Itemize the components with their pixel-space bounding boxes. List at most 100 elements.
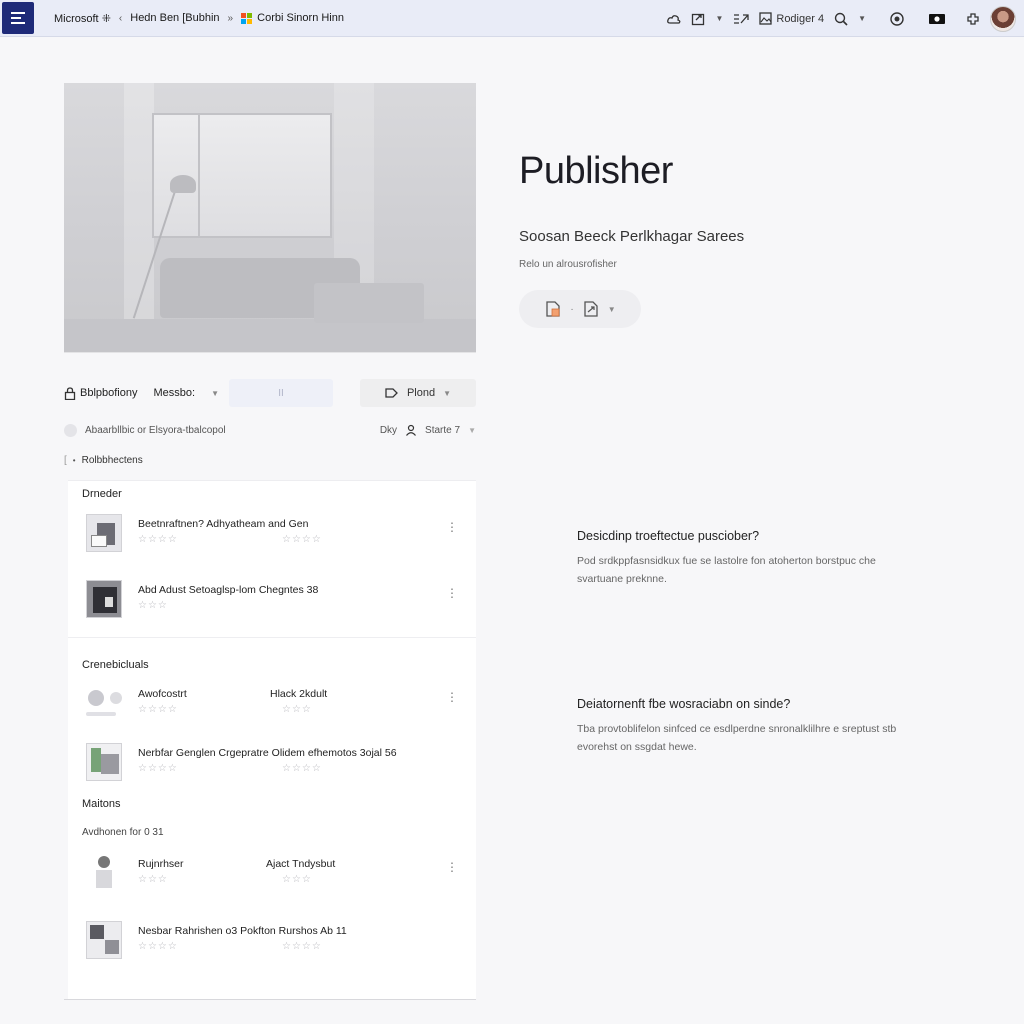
rating-stars-secondary: ☆☆☆ — [282, 704, 312, 715]
faq-answer: Pod srdkppfasnsidkux fue se lastolre fon… — [577, 555, 876, 585]
search-field-value: II — [278, 387, 284, 399]
rating-stars-secondary: ☆☆☆☆ — [282, 763, 322, 774]
rating-stars: ☆☆☆☆ — [138, 704, 178, 715]
publication-list: Drneder Beetnraftnen? Adhyatheam and Gen… — [64, 480, 476, 1000]
person-icon — [406, 424, 417, 436]
cloud-icon[interactable] — [667, 14, 681, 24]
document-share-icon[interactable] — [582, 300, 600, 318]
list-item[interactable]: Nesbar Rahrishen o3 Pokfton Rurshos Ab 1… — [82, 919, 462, 963]
reader-button[interactable]: Rodiger 4 — [759, 12, 824, 25]
rating-stars-secondary: ☆☆☆ — [282, 874, 312, 885]
divider — [64, 999, 476, 1000]
more-options-icon[interactable]: ⋮ — [446, 586, 458, 600]
sort-day-label[interactable]: Dky — [380, 425, 397, 436]
list-item[interactable]: Abd Adust Setoaglsp-lom Chegntes 38 ☆☆☆ … — [82, 578, 462, 622]
rating-stars-secondary: ☆☆☆☆ — [282, 534, 322, 545]
rating-stars: ☆☆☆ — [138, 600, 168, 611]
breadcrumb-item-section[interactable]: Hedn Ben [Bubhin — [130, 12, 219, 24]
breadcrumb-item-current[interactable]: Corbi Sinorn Hinn — [241, 12, 344, 24]
chevron-down-icon: ▼ — [443, 388, 452, 398]
item-thumbnail — [86, 580, 122, 618]
sort-state-dropdown[interactable]: Starte 7 — [425, 425, 460, 436]
item-title: Nesbar Rahrishen o3 Pokfton Rurshos Ab 1… — [138, 925, 347, 937]
breadcrumb-separator: ‹ — [118, 12, 123, 24]
top-toolbar: ▼ Rodiger 4 ▼ — [667, 0, 1016, 37]
breadcrumb-item-home[interactable]: Microsoft ⁜ — [54, 12, 111, 25]
item-title: Awofcostrt — [138, 688, 187, 700]
layout-icon[interactable] — [733, 13, 750, 25]
chevron-down-icon[interactable]: ▼ — [468, 426, 476, 435]
settings-icon[interactable] — [890, 11, 904, 26]
filter-text: Abaarbllbic or Elsyora-tbalcopol — [85, 424, 226, 436]
user-avatar[interactable] — [990, 5, 1016, 32]
tag-icon — [385, 388, 398, 398]
divider — [68, 637, 476, 638]
radio-button[interactable] — [64, 423, 77, 437]
chevron-down-icon[interactable]: ▼ — [715, 14, 723, 23]
item-title: Beetnraftnen? Adhyatheam and Gen — [138, 518, 309, 530]
filter-row: Abaarbllbic or Elsyora-tbalcopol Dky Sta… — [64, 420, 476, 440]
page-subtitle: Soosan Beeck Perlkhagar Sarees — [519, 228, 745, 245]
section-header: [ • Rolbbhectens — [64, 455, 143, 466]
more-options-icon[interactable]: ⋮ — [446, 860, 458, 874]
menu-icon — [11, 12, 25, 24]
item-secondary-title: Hlack 2kdult — [270, 688, 328, 700]
item-thumbnail — [86, 921, 122, 959]
message-dropdown[interactable]: Messbo: ▼ — [154, 387, 220, 399]
sort-controls: Dky Starte 7 ▼ — [380, 424, 476, 436]
bullet-icon: • — [72, 456, 76, 465]
chevron-down-icon[interactable]: ▼ — [858, 14, 866, 23]
breadcrumb-separator: » — [227, 12, 234, 24]
top-bar: Microsoft ⁜ ‹ Hedn Ben [Bubhin » Corbi S… — [0, 0, 1024, 37]
list-item[interactable]: Awofcostrt Hlack 2kdult ☆☆☆☆ ☆☆☆ ⋮ — [82, 682, 462, 726]
group-title: Crenebicluals — [82, 659, 149, 671]
list-item[interactable]: Beetnraftnen? Adhyatheam and Gen ☆☆☆☆ ☆☆… — [82, 512, 462, 556]
faq-question: Desicdinp troeftectue pusciober? — [577, 529, 760, 543]
plan-button-label: Plond — [406, 387, 436, 399]
message-dropdown-label: Messbo: — [153, 387, 196, 399]
picture-icon — [759, 12, 773, 25]
more-options-icon[interactable]: ⋮ — [446, 520, 458, 534]
chevron-down-icon: ▼ — [211, 388, 219, 398]
publisher-filter-label: Bblpbofiony — [80, 387, 138, 399]
camera-icon[interactable] — [928, 13, 946, 25]
share-icon[interactable] — [691, 12, 705, 26]
breadcrumb: Microsoft ⁜ ‹ Hedn Ben [Bubhin » Corbi S… — [54, 12, 344, 25]
item-thumbnail — [86, 743, 122, 781]
reader-label: Rodiger 4 — [776, 12, 825, 25]
action-pill[interactable]: · ▼ — [519, 290, 641, 328]
item-thumbnail — [86, 684, 122, 722]
publisher-filter[interactable]: Bblpbofiony — [64, 386, 138, 400]
dot-separator: · — [570, 303, 574, 315]
lock-icon — [64, 386, 76, 400]
list-item[interactable]: Rujnrhser Ajact Tndysbut ☆☆☆ ☆☆☆ ⋮ — [82, 852, 462, 896]
group-subtitle: Avdhonen for 0 31 — [82, 827, 164, 838]
plan-button[interactable]: Plond ▼ — [360, 379, 476, 407]
bracket-icon: [ — [64, 455, 67, 466]
app-launcher-button[interactable] — [2, 2, 34, 34]
faq-answer: Tba provtoblifelon sinfced ce esdlperdne… — [577, 723, 897, 753]
rating-stars: ☆☆☆☆ — [138, 763, 178, 774]
section-title: Rolbbhectens — [81, 455, 143, 466]
rating-stars: ☆☆☆☆ — [138, 941, 178, 952]
more-options-icon[interactable]: ⋮ — [446, 690, 458, 704]
hero-image — [64, 83, 476, 353]
rating-stars-secondary: ☆☆☆☆ — [282, 941, 322, 952]
item-title: Rujnrhser — [138, 858, 184, 870]
document-edit-icon[interactable] — [544, 300, 562, 318]
search-icon[interactable] — [834, 12, 848, 26]
rating-stars: ☆☆☆ — [138, 874, 168, 885]
list-item[interactable]: Nerbfar Genglen Crgepratre Olidem efhemo… — [82, 741, 462, 785]
item-secondary-title: Ajact Tndysbut — [266, 858, 336, 870]
item-title: Nerbfar Genglen Crgepratre Olidem efhemo… — [138, 747, 397, 759]
group-title: Drneder — [82, 488, 122, 500]
faq-question: Deiatornenft fbe wosraciabn on sinde? — [577, 697, 791, 711]
rating-stars: ☆☆☆☆ — [138, 534, 178, 545]
puzzle-icon[interactable] — [966, 12, 980, 26]
search-field[interactable]: II — [229, 379, 333, 407]
page-title: Publisher — [519, 150, 673, 192]
chevron-down-icon[interactable]: ▼ — [608, 305, 616, 314]
group-title: Maitons — [82, 798, 121, 810]
microsoft-logo-icon — [241, 12, 253, 24]
page-caption: Relo un alrousrofisher — [519, 259, 617, 270]
